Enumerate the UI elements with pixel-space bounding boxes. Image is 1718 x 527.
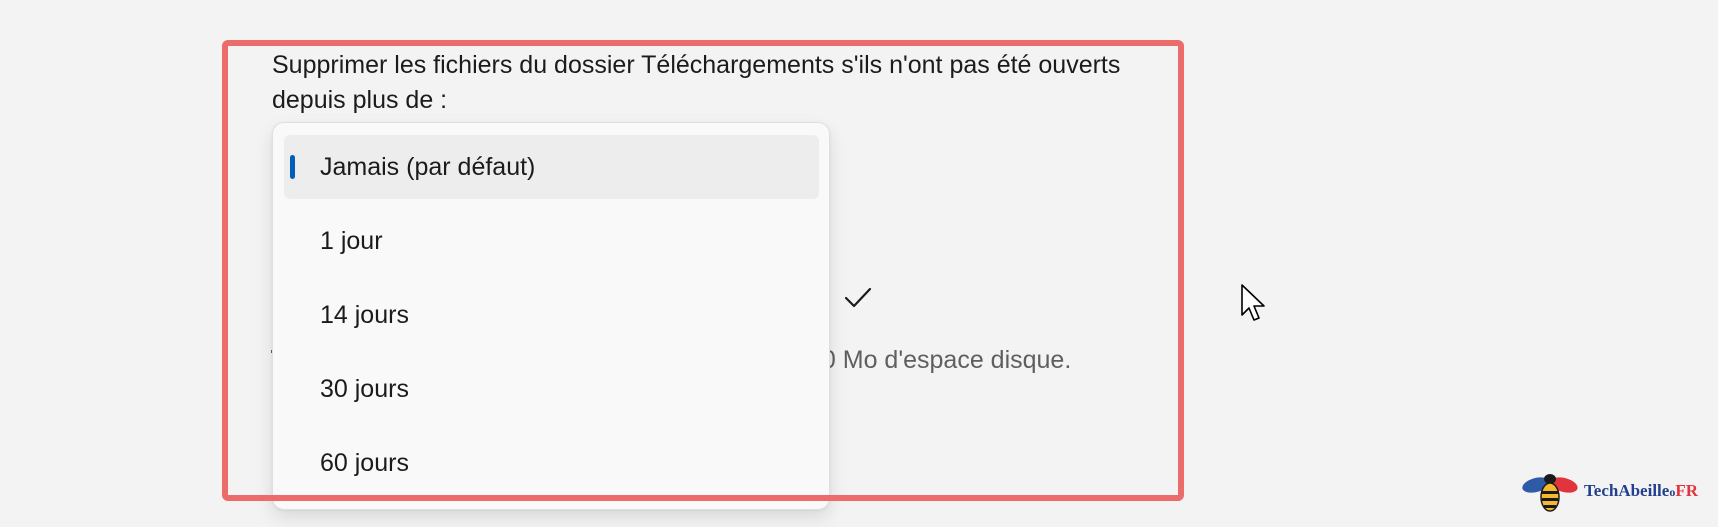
techabeille-logo: TechAbeilleoFR bbox=[1520, 468, 1710, 514]
dropdown-option[interactable]: Jamais (par défaut) bbox=[284, 135, 819, 199]
option-label: 1 jour bbox=[320, 226, 383, 255]
option-label: 30 jours bbox=[320, 374, 409, 403]
cleanup-frequency-dropdown[interactable]: Jamais (par défaut) 1 jour 14 jours 30 j… bbox=[272, 122, 830, 510]
dropdown-option[interactable]: 14 jours bbox=[284, 283, 819, 347]
option-label: 14 jours bbox=[320, 300, 409, 329]
bee-icon bbox=[1522, 474, 1578, 512]
settings-page: Supprimer les fichiers du dossier Téléch… bbox=[0, 0, 1718, 527]
logo-text: TechAbeilleoFR bbox=[1584, 481, 1698, 500]
setting-description: Supprimer les fichiers du dossier Téléch… bbox=[272, 51, 1121, 114]
selection-indicator bbox=[290, 155, 295, 179]
mouse-pointer-icon bbox=[1241, 284, 1265, 321]
storage-info-text: 00 Mo d'espace disque. bbox=[808, 346, 1072, 374]
option-label: 60 jours bbox=[320, 448, 409, 477]
dropdown-option[interactable]: 1 jour bbox=[284, 209, 819, 273]
dropdown-option[interactable]: 30 jours bbox=[284, 357, 819, 421]
dropdown-option[interactable]: 60 jours bbox=[284, 431, 819, 495]
checkmark-icon bbox=[844, 287, 872, 308]
option-label: Jamais (par défaut) bbox=[320, 152, 536, 181]
